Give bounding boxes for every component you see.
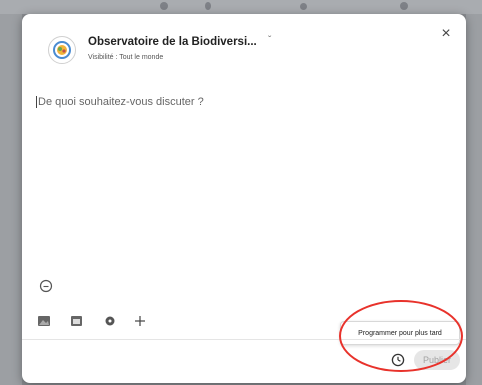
calendar-icon[interactable]	[68, 314, 84, 328]
avatar	[48, 36, 76, 64]
background-dot	[160, 2, 168, 10]
background-dot	[205, 2, 211, 10]
post-composer-dialog: × Observatoire de la Biodiversi... ˇ Vis…	[22, 14, 466, 383]
footer-divider	[22, 339, 466, 340]
organization-logo-icon	[53, 41, 71, 59]
close-icon[interactable]: ×	[436, 24, 456, 44]
background-dot	[300, 3, 307, 10]
gear-icon[interactable]	[102, 314, 118, 328]
chevron-down-icon[interactable]: ˇ	[268, 35, 271, 46]
plus-icon[interactable]	[132, 314, 148, 328]
background-strip	[0, 0, 482, 14]
clock-icon[interactable]	[390, 352, 406, 368]
publish-button[interactable]: Publier	[414, 350, 460, 370]
visibility-label: Visibilité : Tout le monde	[88, 54, 164, 61]
author-name[interactable]: Observatoire de la Biodiversi...	[88, 36, 257, 48]
post-text-input[interactable]: De quoi souhaitez-vous discuter ?	[36, 96, 204, 108]
schedule-tooltip: Programmer pour plus tard	[340, 321, 460, 345]
image-icon[interactable]	[36, 314, 52, 328]
background-left	[0, 14, 22, 385]
emoji-icon[interactable]	[39, 279, 53, 293]
background-dot	[400, 2, 408, 10]
background-right	[466, 14, 482, 385]
